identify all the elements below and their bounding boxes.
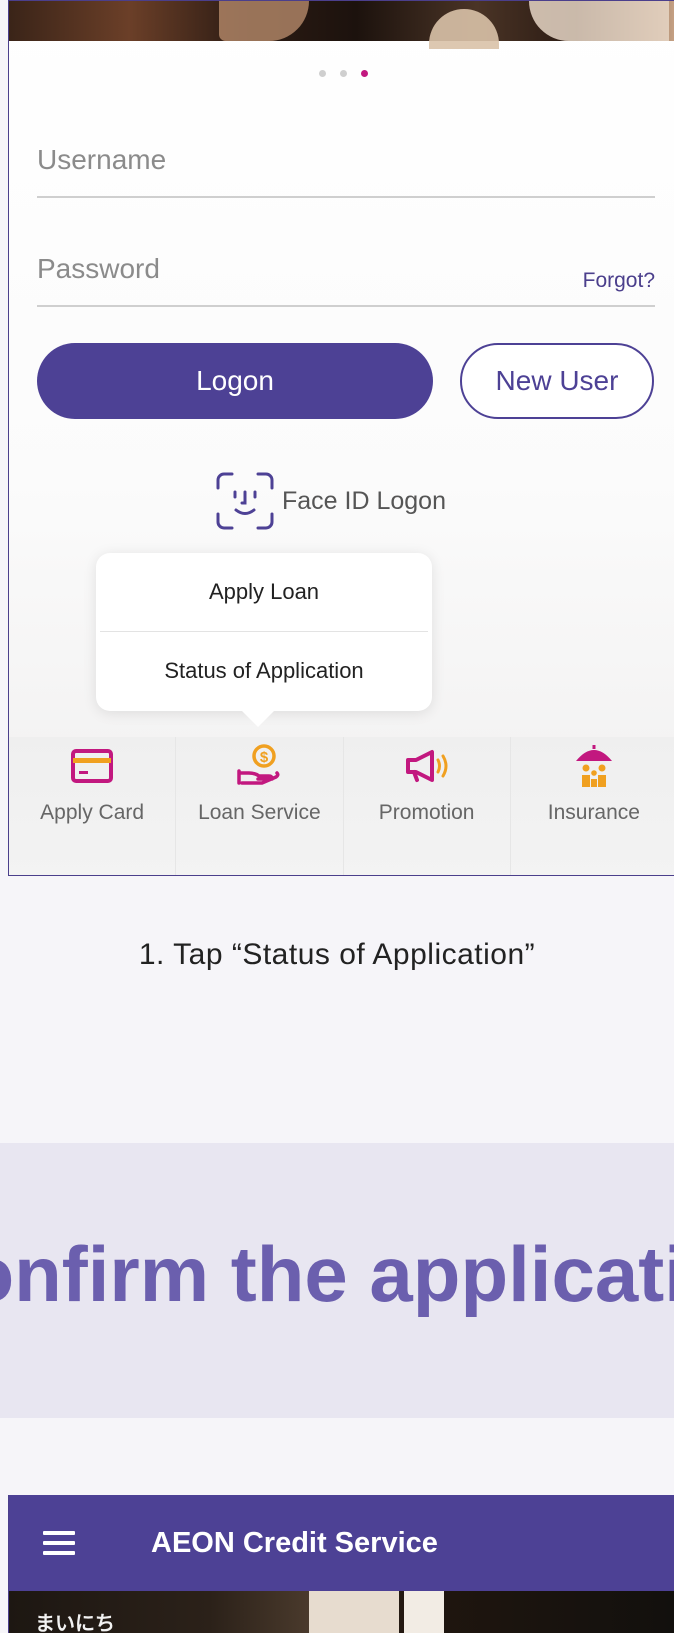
forgot-password-link[interactable]: Forgot? (583, 269, 655, 293)
megaphone-icon (405, 750, 448, 782)
carousel-indicator[interactable] (9, 70, 674, 77)
face-id-icon (216, 472, 274, 530)
home-banner-image: まいにち (9, 1591, 674, 1633)
app-title: AEON Credit Service (151, 1526, 438, 1559)
password-field[interactable]: Forgot? (37, 253, 655, 307)
tab-label: Promotion (378, 801, 475, 824)
tab-label: Insurance (547, 801, 640, 824)
app-nav-bar: AEON Credit Service (9, 1495, 674, 1591)
carousel-dot[interactable] (339, 70, 347, 77)
hero-banner-image (9, 1, 674, 49)
carousel-dot[interactable] (318, 70, 326, 77)
tab-label: Apply Card (40, 801, 145, 824)
coin-hand-icon: $ (237, 744, 280, 785)
status-of-application-menu-item[interactable]: Status of Application (96, 632, 432, 710)
username-input[interactable] (37, 144, 655, 176)
password-input[interactable] (37, 253, 655, 285)
face-id-logon-button[interactable]: Face ID Logon (214, 471, 446, 531)
tab-loan-service[interactable]: $ Loan Service (175, 737, 342, 875)
svg-text:$: $ (260, 749, 269, 766)
tab-label: Loan Service (198, 801, 321, 824)
banner-text: まいにち (35, 1613, 115, 1633)
tab-apply-card[interactable]: Apply Card (9, 737, 175, 875)
section-heading-band: How to confirm the application status (0, 1143, 674, 1418)
new-user-button[interactable]: New User (460, 343, 654, 419)
hamburger-icon[interactable] (43, 1525, 75, 1561)
section-heading: How to confirm the application status (0, 1230, 674, 1318)
tab-promotion[interactable]: Promotion (342, 737, 510, 875)
apply-loan-menu-item[interactable]: Apply Loan (96, 553, 432, 631)
carousel-dot-active[interactable] (360, 70, 368, 77)
bottom-tab-bar: Apply Card $ Loan Service Promotion Insu… (9, 737, 674, 875)
umbrella-family-icon (575, 745, 612, 787)
popover-pointer (242, 711, 274, 727)
login-screen: Forgot? Logon New User Face ID Logon App… (8, 0, 674, 876)
step-caption: 1. Tap “Status of Application” (138, 938, 536, 971)
credit-card-icon (71, 749, 114, 783)
tab-insurance[interactable]: Insurance (509, 737, 674, 875)
username-field[interactable] (37, 144, 655, 198)
loan-service-popover: Apply Loan Status of Application (96, 553, 432, 727)
face-id-label: Face ID Logon (282, 486, 446, 515)
app-home-screen: AEON Credit Service まいにち (8, 1495, 674, 1633)
logon-button[interactable]: Logon (37, 343, 433, 419)
